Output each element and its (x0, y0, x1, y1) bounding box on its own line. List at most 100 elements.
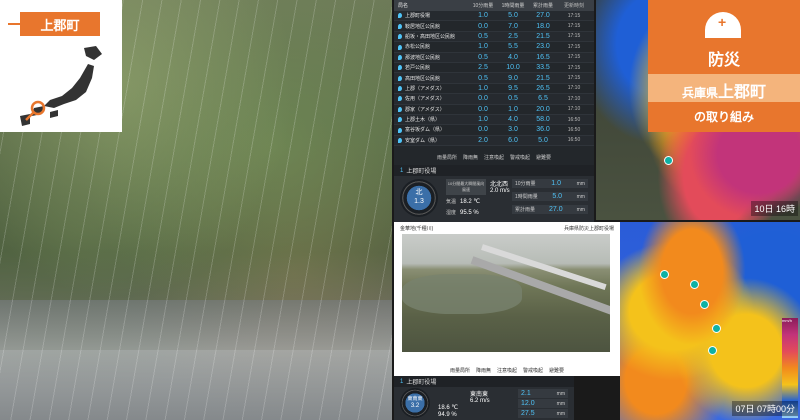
raintotal-value: 6.5 (538, 95, 548, 103)
raintotal-value: 58.0 (536, 116, 550, 124)
station-name: 船坂・高田地区公民館 (394, 33, 468, 40)
rain10-value: 1.0 (478, 116, 488, 124)
wind-value: 北北西 2.0 m/s (490, 182, 510, 194)
station-title: 1 上郡町役場 (394, 165, 594, 176)
rain10-box-2: 2.1 mm (518, 389, 568, 398)
wind-gauge-2: 東南東 3.2 (400, 388, 430, 418)
wind-speed: 1.3 (414, 198, 424, 205)
table-row[interactable]: 上郡（アメダス） 1.0 9.5 26.5 17:10 (394, 84, 594, 95)
legend-item: 降雨無 (462, 154, 478, 161)
map-bottom-time: 07日 07時00分 (732, 401, 798, 416)
raintotal-value: 21.5 (536, 74, 550, 82)
station-name: 佐用（アメダス） (394, 95, 468, 102)
map-top-time: 10日 16時 (751, 201, 798, 216)
station-name: 郡家（アメダス） (394, 106, 468, 113)
camera-legend: 雨量局所 降雨無 注意喚起 警戒喚起 避難要 (394, 364, 620, 376)
wind-gauge: 北 1.3 (400, 179, 438, 217)
updated-value: 17:15 (567, 75, 581, 82)
station-panel: 1 上郡町役場 北 1.3 10分間最大瞬間風向風速 北北西 2.0 m/s 気温 1… (394, 165, 594, 222)
pin-icon (398, 75, 402, 81)
station-name: 上郡土木（県） (394, 116, 468, 123)
bousai-badge: 防災 兵庫県上郡町 の取り組み (648, 0, 800, 132)
pin-icon (398, 117, 402, 123)
legend-item: 避難要 (536, 154, 552, 161)
raintotal-value: 27.0 (536, 12, 550, 20)
updated-value: 17:15 (567, 33, 581, 40)
pin-icon (398, 44, 402, 50)
rain10-value: 0.0 (478, 22, 488, 30)
temp2-row: 18.6 ℃ (438, 405, 459, 411)
badge-place: 兵庫県上郡町 (681, 84, 767, 101)
station-pin[interactable] (690, 280, 699, 289)
raintotal-value: 5.0 (538, 136, 548, 144)
pin-icon (398, 138, 402, 144)
table-row[interactable]: 若戸公民館 2.5 10.0 33.5 17:15 (394, 63, 594, 74)
rain60-box: 1時間雨量 5.0 mm (512, 192, 588, 201)
badge-subtitle: の取り組み (693, 110, 754, 124)
station-pin[interactable] (708, 346, 717, 355)
wind-direction: 北 (415, 189, 423, 196)
rain60-value: 10.0 (506, 64, 520, 72)
table-row[interactable]: 富谷坂ダム（県） 0.0 3.0 36.0 16:50 (394, 125, 594, 136)
pin-icon (398, 127, 402, 133)
rain-table: 局名 10分雨量 1時間雨量 累計雨量 更新時刻 上郡町役場 1.0 5.0 27.0… (394, 0, 594, 165)
town-card: 上郡町 (0, 0, 122, 132)
rain10-value: 0.0 (478, 105, 488, 113)
legend-item: 警戒喚起 (510, 154, 531, 161)
table-row[interactable]: 安室ダム（県） 2.0 6.0 5.0 16:50 (394, 135, 594, 147)
station-pin[interactable] (660, 270, 669, 279)
header-rain10: 10分雨量 (472, 3, 494, 9)
raintot-box-2: 27.5 mm (518, 409, 568, 418)
river-camera-panel: 金華地(千種川) 兵庫県防災上郡町役場 (394, 222, 620, 364)
raintotal-value: 23.0 (536, 43, 550, 51)
pin-icon (398, 54, 402, 60)
raintotal-value: 20.0 (536, 105, 550, 113)
table-row[interactable]: 上郡町役場 1.0 5.0 27.0 17:15 (394, 11, 594, 22)
station-name: 安室ダム（県） (394, 137, 468, 144)
station2-title: 1 上郡町役場 (394, 376, 574, 387)
town-label: 上郡町 (8, 12, 100, 36)
table-row[interactable]: 鞍居地区公民館 0.0 7.0 18.0 17:15 (394, 21, 594, 32)
table-row[interactable]: 郡家（アメダス） 0.0 1.0 20.0 17:10 (394, 105, 594, 115)
rain10-value: 1.0 (478, 43, 488, 51)
rain10-value: 1.0 (478, 12, 488, 20)
header-raintotal: 累計雨量 (532, 3, 553, 9)
rain60-value: 0.5 (508, 95, 518, 103)
rain10-value: 2.0 (478, 136, 488, 144)
station-name: 上郡（アメダス） (394, 85, 468, 92)
station-pin[interactable] (664, 156, 673, 165)
table-row[interactable]: 赤松公民館 1.0 5.5 23.0 17:15 (394, 42, 594, 53)
radar-map-bottom[interactable]: mm/h 07日 07時00分 (620, 222, 800, 420)
updated-value: 17:15 (567, 64, 581, 71)
japan-map-icon (20, 46, 102, 126)
rain60-box-2: 12.0 mm (518, 399, 568, 408)
table-header: 局名 10分雨量 1時間雨量 累計雨量 更新時刻 (394, 0, 594, 11)
table-row[interactable]: 上郡土木（県） 1.0 4.0 58.0 16:50 (394, 114, 594, 126)
table-row[interactable]: 佐用（アメダス） 0.0 0.5 6.5 17:10 (394, 94, 594, 105)
raintotal-value: 18.0 (536, 22, 550, 30)
station-pin[interactable] (700, 300, 709, 309)
rain10-value: 2.5 (478, 64, 488, 72)
rain60-value: 3.0 (508, 126, 518, 134)
camera-subtitle: 兵庫県防災上郡町役場 (563, 226, 614, 232)
header-rain60: 1時間雨量 (501, 3, 525, 9)
rain10-value: 0.5 (478, 74, 488, 82)
rain60-value: 4.0 (508, 53, 518, 61)
header-updated: 更新時刻 (563, 3, 584, 9)
updated-value: 17:15 (567, 54, 581, 61)
updated-value: 17:10 (567, 85, 581, 92)
table-row[interactable]: 那波地区公民館 0.5 4.0 16.5 17:15 (394, 52, 594, 63)
station-pin[interactable] (712, 324, 721, 333)
legend-item: 雨量局所 (436, 154, 457, 161)
pin-icon (398, 106, 402, 112)
table-row[interactable]: 船坂・高田地区公民館 0.5 2.5 21.5 17:15 (394, 31, 594, 43)
raintotal-value: 16.5 (536, 53, 550, 61)
rain10-value: 0.0 (478, 126, 488, 134)
wind-label: 10分間最大瞬間風向風速 (446, 179, 486, 195)
table-row[interactable]: 高田地区公民館 0.5 9.0 21.5 17:15 (394, 73, 594, 84)
temp-row: 気温 18.2 ℃ (446, 199, 481, 205)
updated-value: 17:15 (567, 12, 581, 19)
river-camera-image[interactable] (402, 234, 610, 352)
updated-value: 16:50 (567, 137, 581, 144)
legend-item: 注意喚起 (483, 154, 504, 161)
